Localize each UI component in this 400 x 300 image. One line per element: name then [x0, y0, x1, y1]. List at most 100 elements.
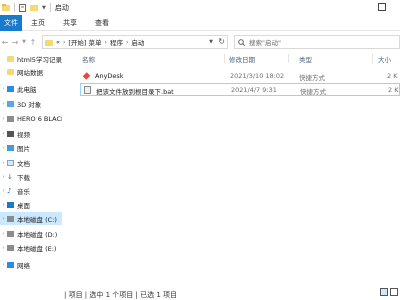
pc-icon [7, 85, 14, 92]
drive-icon [7, 244, 14, 251]
tab-share[interactable]: 共享 [54, 18, 86, 28]
bat-file-icon [84, 86, 91, 94]
3d-objects-icon [7, 100, 14, 107]
column-header-date[interactable]: 修改日期 [229, 54, 255, 64]
nav-item-label: 本地磁盘 (C:) [17, 215, 57, 224]
nav-item-videos[interactable]: › 视频 [0, 127, 62, 140]
nav-item-hero6[interactable]: › HERO 6 BLACK [0, 112, 63, 125]
expand-chevron-icon[interactable]: › [0, 245, 7, 251]
forward-arrow-icon[interactable]: → [10, 38, 20, 47]
folder-icon [2, 4, 10, 11]
nav-item-label: 下载 [17, 173, 30, 182]
nav-item-drive-d[interactable]: › 本地磁盘 (D:) [0, 227, 62, 240]
details-view-icon[interactable] [380, 288, 388, 296]
column-header-name[interactable]: 名称 [82, 54, 95, 64]
breadcrumb-startup[interactable]: 启动 [131, 37, 144, 47]
drive-icon [7, 215, 14, 222]
desktop-icon [7, 201, 14, 208]
file-date: 2021/4/7 9:31 [231, 86, 277, 94]
quick-access-dropdown-icon[interactable]: ▼ [42, 5, 46, 11]
drive-icon [7, 230, 14, 237]
expand-chevron-icon[interactable]: › [0, 86, 7, 92]
download-icon: ↓ [7, 172, 13, 181]
camera-icon [7, 115, 14, 122]
navigation-bar: ← → ▼ ↑ « › [开始] 菜单 › 程序 › 启动 ▼ ↻ 搜索"启动" [0, 33, 400, 51]
tab-view[interactable]: 查看 [86, 18, 118, 28]
nav-item-drive-e[interactable]: › 本地磁盘 (E:) [0, 241, 62, 254]
video-icon [7, 130, 14, 137]
nav-item-3d-objects[interactable]: › 3D 对象 [0, 97, 62, 110]
nav-item-label: html5学习记录 [17, 55, 62, 64]
nav-item-website-data[interactable]: 网站数据 [0, 65, 62, 78]
nav-item-label: 本地磁盘 (E:) [17, 244, 57, 253]
column-headers: 名称 修改日期 类型 大小 [66, 52, 400, 64]
music-icon: ♪ [7, 186, 12, 195]
column-divider[interactable] [224, 54, 225, 63]
new-folder-icon[interactable] [30, 4, 38, 11]
breadcrumb-separator-icon[interactable]: › [123, 39, 131, 46]
nav-item-label: HERO 6 BLACK [17, 114, 62, 123]
nav-item-desktop[interactable]: › 桌面 [0, 198, 62, 211]
breadcrumb-separator-icon[interactable]: › [60, 39, 68, 46]
column-divider[interactable] [372, 54, 373, 63]
nav-item-label: 网络 [17, 261, 30, 270]
expand-chevron-icon[interactable]: › [0, 131, 7, 137]
nav-item-network[interactable]: › 网络 [0, 258, 62, 271]
nav-item-pictures[interactable]: › 图片 [0, 141, 62, 154]
file-size: 2 K [388, 86, 399, 94]
nav-item-downloads[interactable]: › ↓ 下载 [0, 170, 62, 183]
expand-chevron-icon[interactable]: › [0, 101, 7, 107]
expand-chevron-icon[interactable]: › [0, 262, 7, 268]
nav-item-label: 图片 [17, 144, 30, 153]
refresh-icon[interactable]: ↻ [218, 37, 225, 46]
expand-chevron-icon[interactable]: › [0, 160, 7, 166]
search-input[interactable]: 搜索"启动" [234, 35, 400, 49]
file-name: 把该文件放到根目录下.bat [96, 88, 174, 96]
quick-access-toolbar: ▼ [0, 3, 51, 12]
expand-chevron-icon[interactable]: › [0, 202, 7, 208]
folder-icon [7, 68, 14, 75]
column-divider[interactable] [288, 54, 289, 63]
expand-chevron-icon[interactable]: › [0, 188, 7, 194]
nav-item-label: 音乐 [17, 187, 30, 196]
search-placeholder: 搜索"启动" [249, 39, 281, 47]
large-icons-view-icon[interactable] [390, 288, 398, 296]
address-bar[interactable]: « › [开始] 菜单 › 程序 › 启动 ▼ ↻ [42, 35, 228, 49]
title-bar: ▼ 启动 [0, 0, 400, 15]
breadcrumb-separator-icon[interactable]: › [102, 39, 110, 46]
expand-chevron-icon[interactable]: › [0, 116, 7, 122]
address-dropdown-icon[interactable]: ▼ [209, 39, 213, 45]
tab-home[interactable]: 主页 [22, 18, 54, 28]
up-arrow-icon[interactable]: ↑ [28, 38, 38, 47]
nav-item-music[interactable]: › ♪ 音乐 [0, 184, 62, 197]
properties-icon[interactable] [19, 3, 26, 12]
divider [14, 3, 15, 12]
network-icon [7, 261, 14, 268]
maximize-icon[interactable] [378, 3, 386, 11]
search-icon [238, 38, 245, 46]
tab-file[interactable]: 文件 [0, 14, 22, 31]
breadcrumb-programs[interactable]: 程序 [110, 37, 123, 47]
nav-item-label: 视频 [17, 130, 30, 139]
expand-chevron-icon[interactable]: › [0, 174, 7, 180]
recent-locations-icon[interactable]: ▼ [20, 39, 28, 45]
back-arrow-icon[interactable]: ← [0, 38, 10, 47]
nav-item-html5[interactable]: html5学习记录 [0, 52, 62, 65]
documents-icon [7, 159, 14, 166]
expand-chevron-icon[interactable]: › [0, 216, 7, 222]
nav-item-label: 3D 对象 [17, 100, 42, 109]
expand-chevron-icon[interactable]: › [0, 145, 7, 151]
status-bar: | 项目 | 选中 1 个项目 | 已选 1 项目 [0, 284, 400, 300]
column-header-type[interactable]: 类型 [299, 54, 312, 64]
table-row[interactable]: 把该文件放到根目录下.bat 2021/4/7 9:31 快捷方式 2 K [80, 83, 400, 96]
expand-chevron-icon[interactable]: › [0, 231, 7, 237]
nav-item-this-pc[interactable]: › 此电脑 [0, 82, 62, 95]
file-type: 快捷方式 [300, 88, 326, 96]
column-header-size[interactable]: 大小 [378, 54, 391, 64]
nav-item-documents[interactable]: › 文档 [0, 156, 62, 169]
window-title: 启动 [54, 3, 69, 12]
table-row[interactable]: AnyDesk 2021/3/10 18:02 快捷方式 2 K [80, 70, 400, 83]
navigation-pane: html5学习记录 网站数据 › 此电脑 › 3D 对象 › HERO 6 BLACK… [0, 52, 62, 284]
nav-item-drive-c[interactable]: › 本地磁盘 (C:) [0, 212, 62, 225]
breadcrumb-start-menu[interactable]: [开始] 菜单 [68, 37, 101, 47]
